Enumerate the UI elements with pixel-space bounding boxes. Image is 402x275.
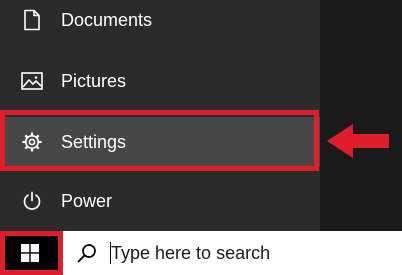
document-icon	[21, 9, 43, 31]
pictures-icon	[21, 70, 43, 92]
menu-item-label: Power	[61, 191, 113, 211]
gear-icon	[21, 131, 43, 153]
menu-item-pictures[interactable]: Pictures	[0, 56, 320, 106]
search-box[interactable]: Type here to search	[63, 231, 402, 275]
desktop: Documents Pictures Settings Power Type h…	[0, 0, 402, 275]
search-input[interactable]: Type here to search	[111, 243, 270, 263]
start-menu-side-pane	[320, 0, 402, 231]
start-button[interactable]	[0, 231, 63, 275]
menu-item-label: Documents	[61, 10, 153, 30]
menu-item-documents[interactable]: Documents	[0, 0, 320, 45]
menu-item-settings[interactable]: Settings	[0, 117, 320, 167]
taskbar: Type here to search	[0, 231, 402, 275]
search-icon	[77, 244, 96, 263]
start-menu: Documents Pictures Settings Power	[0, 0, 320, 231]
menu-item-label: Settings	[61, 132, 127, 152]
menu-item-power[interactable]: Power	[0, 176, 320, 226]
power-icon	[21, 190, 43, 212]
arrow-left-icon	[327, 124, 389, 158]
windows-logo-icon	[21, 244, 39, 262]
menu-item-label: Pictures	[61, 71, 127, 91]
